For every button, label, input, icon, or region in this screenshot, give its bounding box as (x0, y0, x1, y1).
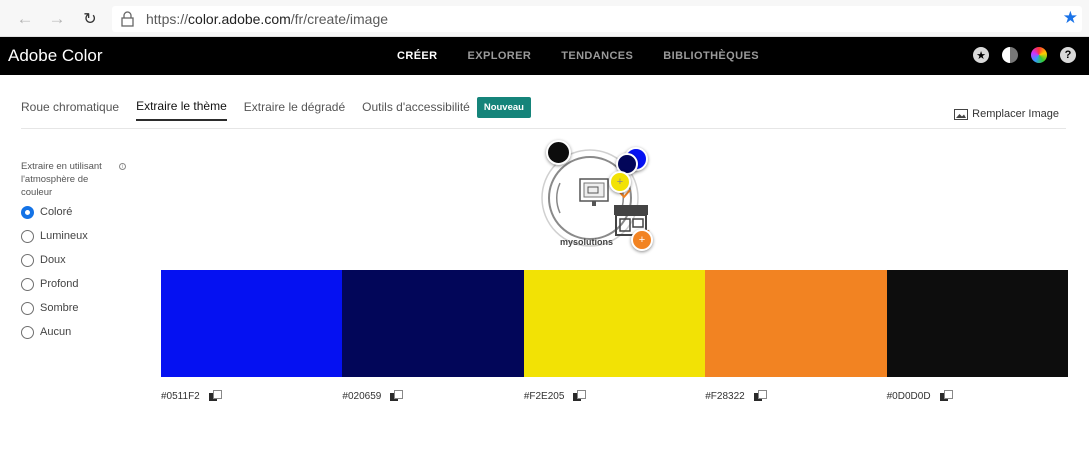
hex-codes: #0511F2 #020659 #F2E205 #F28322 #0D0D0D (161, 390, 1068, 402)
radio-icon[interactable] (21, 325, 34, 339)
app-header: Adobe Color CRÉER EXPLORER TENDANCES BIB… (0, 37, 1089, 75)
hex-value[interactable]: #F28322 (705, 391, 744, 402)
nav-bibliotheques[interactable]: BIBLIOTHÈQUES (663, 50, 759, 62)
swatch-1[interactable] (161, 270, 343, 377)
radio-icon[interactable] (21, 253, 34, 267)
nav-creer[interactable]: CRÉER (397, 50, 438, 62)
help-icon[interactable]: ? (1060, 47, 1076, 63)
hex-cell-2: #020659 (342, 390, 523, 402)
tab-accessibility-tools[interactable]: Outils d'accessibilité (362, 100, 470, 120)
color-picker-orange[interactable]: + (631, 229, 653, 251)
swatch-2[interactable] (342, 270, 524, 377)
copy-icon[interactable] (573, 390, 587, 402)
tab-extract-gradient[interactable]: Extraire le dégradé (244, 100, 345, 120)
radio-icon[interactable] (21, 205, 34, 219)
image-icon (954, 108, 969, 120)
new-badge: Nouveau (476, 96, 531, 118)
header-icons: ★ ? (973, 47, 1089, 63)
profile-icon[interactable]: ★ (973, 47, 989, 63)
swatch-4[interactable] (705, 270, 887, 377)
reload-icon[interactable]: ↻ (80, 9, 100, 29)
radio-icon[interactable] (21, 229, 34, 243)
nav-explorer[interactable]: EXPLORER (468, 50, 532, 62)
copy-icon[interactable] (939, 390, 953, 402)
copy-icon[interactable] (208, 390, 222, 402)
url-text: https://color.adobe.com/fr/create/image (146, 11, 389, 27)
back-icon[interactable]: ← (15, 9, 35, 29)
mood-option-aucun[interactable]: Aucun (21, 320, 88, 344)
hex-cell-3: #F2E205 (524, 390, 705, 402)
copy-icon[interactable] (390, 390, 404, 402)
hex-cell-1: #0511F2 (161, 390, 342, 402)
color-palette (161, 270, 1069, 377)
star-icon[interactable]: ★ (1063, 8, 1078, 28)
copy-icon[interactable] (753, 390, 767, 402)
forward-icon[interactable]: → (47, 9, 67, 29)
radio-icon[interactable] (21, 301, 34, 315)
color-wheel-icon[interactable] (1031, 47, 1047, 63)
replace-image-label: Remplacer Image (972, 108, 1059, 120)
mood-option-doux[interactable]: Doux (21, 248, 88, 272)
hex-value[interactable]: #F2E205 (524, 391, 565, 402)
mood-option-profond[interactable]: Profond (21, 272, 88, 296)
nav-tendances[interactable]: TENDANCES (561, 50, 633, 62)
lock-icon (121, 11, 134, 27)
create-tabs: Roue chromatique Extraire le thème Extra… (21, 96, 531, 121)
extract-mood-label: Extraire en utilisant l'atmosphère de co… (21, 161, 102, 198)
hex-cell-5: #0D0D0D (887, 390, 1068, 402)
brand-logo[interactable]: Adobe Color (8, 46, 103, 66)
mood-option-sombre[interactable]: Sombre (21, 296, 88, 320)
swatch-3[interactable] (523, 270, 706, 377)
color-picker-yellow[interactable]: + (609, 171, 631, 193)
tab-extract-theme[interactable]: Extraire le thème (136, 99, 227, 121)
logo-text: mysolutions (560, 237, 613, 247)
top-nav: CRÉER EXPLORER TENDANCES BIBLIOTHÈQUES (397, 50, 789, 62)
address-bar[interactable]: https://color.adobe.com/fr/create/image … (112, 6, 1082, 32)
hex-value[interactable]: #020659 (342, 391, 381, 402)
theme-toggle-icon[interactable] (1002, 47, 1018, 63)
hex-value[interactable]: #0D0D0D (887, 391, 931, 402)
tab-divider (21, 128, 1066, 129)
hex-value[interactable]: #0511F2 (161, 391, 200, 402)
swatch-5[interactable] (886, 270, 1069, 377)
mood-option-lumineux[interactable]: Lumineux (21, 224, 88, 248)
uploaded-image: mysolutions + + (530, 135, 680, 267)
browser-toolbar: ← → ↻ https://color.adobe.com/fr/create/… (0, 0, 1089, 37)
replace-image-button[interactable]: Remplacer Image (954, 108, 1059, 120)
mood-option-colore[interactable]: Coloré (21, 200, 88, 224)
color-picker-black[interactable] (546, 140, 571, 165)
mood-options: Coloré Lumineux Doux Profond Sombre Aucu… (21, 200, 88, 344)
tab-color-wheel[interactable]: Roue chromatique (21, 100, 119, 120)
radio-icon[interactable] (21, 277, 34, 291)
hex-cell-4: #F28322 (705, 390, 886, 402)
info-icon[interactable]: i (119, 163, 126, 170)
